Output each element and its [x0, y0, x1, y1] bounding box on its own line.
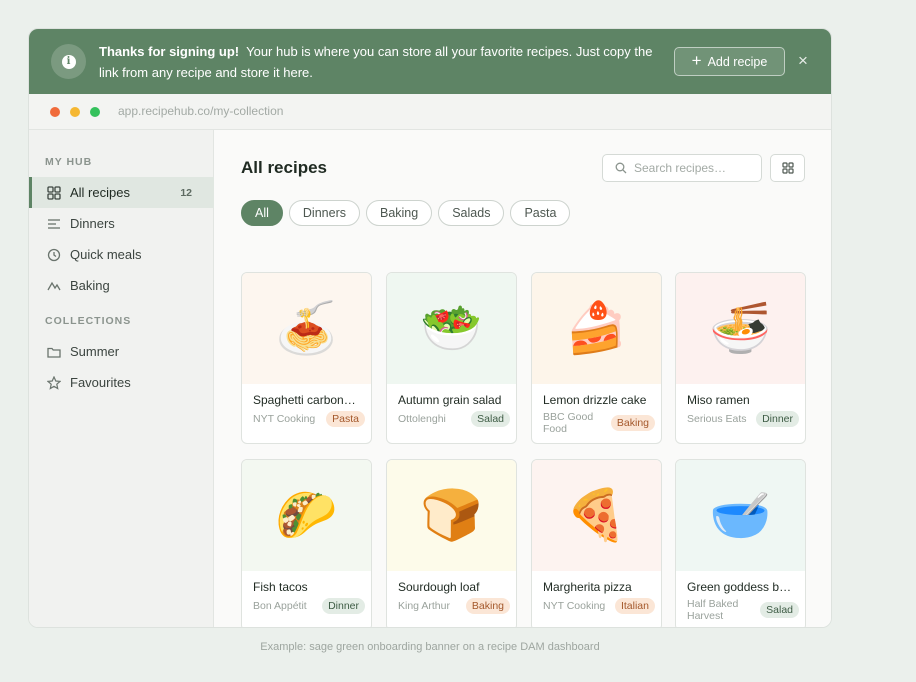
recipe-tag: Salad: [760, 602, 799, 618]
filter-chip-salads[interactable]: Salads: [438, 200, 505, 226]
recipe-card[interactable]: 🍰 Lemon drizzle cake BBC Good Food Baking: [531, 272, 662, 444]
recipe-source: BBC Good Food: [543, 411, 594, 435]
sidebar-item-dinners[interactable]: Dinners: [29, 208, 214, 239]
mountain-icon: [47, 281, 61, 290]
sidebar-item-label: All recipes: [70, 185, 130, 200]
recipe-meta: King Arthur Baking: [398, 598, 510, 614]
window-maximize-dot[interactable]: [90, 107, 100, 117]
sidebar-item-quick-meals[interactable]: Quick meals: [29, 239, 214, 270]
recipe-card[interactable]: 🍝 Spaghetti carbon… NYT Cooking Pasta: [241, 272, 372, 444]
search-input[interactable]: [634, 161, 752, 175]
recipe-source: Ottolenghi: [398, 413, 446, 425]
recipe-source: NYT Cooking: [253, 413, 316, 425]
sidebar-section-label: MY HUB: [45, 156, 93, 168]
recipe-source: Serious Eats: [687, 413, 747, 425]
recipe-tag: Italian: [614, 598, 655, 614]
main-content: All recipes All Dinners Baking Salads Pa…: [214, 130, 831, 627]
sidebar-item-label: Summer: [70, 344, 120, 359]
recipe-title: Green goddess b…: [687, 580, 792, 594]
recipe-card[interactable]: 🥗 Autumn grain salad Ottolenghi Salad: [386, 272, 517, 444]
recipe-card[interactable]: 🥣 Green goddess b… Half Baked Harvest Salad: [675, 459, 806, 627]
recipe-tag: Baking: [610, 415, 655, 431]
recipe-meta: BBC Good Food Baking: [543, 411, 655, 435]
recipe-thumbnail: 🍝: [242, 273, 371, 384]
recipe-source: Half Baked Harvest: [687, 598, 739, 622]
onboarding-banner: i Thanks for signing up! Your hub is whe…: [29, 29, 831, 94]
plus-icon: +: [691, 51, 702, 70]
folder-icon: [47, 347, 61, 358]
recipe-title: Lemon drizzle cake: [543, 393, 647, 407]
sidebar-item-summer[interactable]: Summer: [29, 336, 214, 367]
recipe-thumbnail: 🥗: [387, 273, 516, 384]
recipe-thumbnail: 🥣: [676, 460, 805, 571]
sidebar-section-label: COLLECTIONS: [45, 315, 132, 327]
sidebar: MY HUB All recipes 12 Dinners Quick meal…: [29, 130, 214, 627]
filter-chip-all[interactable]: All: [241, 200, 283, 226]
browser-bar: app.recipehub.co/my-collection: [29, 94, 831, 130]
recipe-meta: NYT Cooking Pasta: [253, 411, 365, 427]
grid-icon: [781, 162, 794, 174]
url-text: app.recipehub.co/my-collection: [118, 104, 284, 118]
recipe-meta: Serious Eats Dinner: [687, 411, 799, 427]
filter-chips: All Dinners Baking Salads Pasta: [241, 200, 571, 226]
recipe-meta: Bon Appétit Dinner: [253, 598, 365, 614]
sidebar-item-all-recipes[interactable]: All recipes 12: [29, 177, 214, 208]
recipe-tag: Dinner: [756, 411, 799, 427]
grid-icon: [47, 185, 61, 200]
banner-message: Thanks for signing up! Your hub is where…: [99, 41, 659, 83]
recipe-thumbnail: 🍞: [387, 460, 516, 571]
recipe-title: Fish tacos: [253, 580, 308, 594]
search-box[interactable]: [602, 154, 762, 182]
add-recipe-label: Add recipe: [707, 54, 768, 69]
sidebar-item-label: Quick meals: [70, 247, 142, 262]
grid-view-button[interactable]: [770, 154, 805, 182]
recipe-title: Sourdough loaf: [398, 580, 480, 594]
filter-chip-pasta[interactable]: Pasta: [510, 200, 571, 226]
sidebar-item-label: Baking: [70, 278, 110, 293]
recipe-tag: Salad: [471, 411, 510, 427]
sidebar-item-label: Favourites: [70, 375, 131, 390]
recipe-title: Margherita pizza: [543, 580, 632, 594]
window-close-dot[interactable]: [50, 107, 60, 117]
recipe-card[interactable]: 🍞 Sourdough loaf King Arthur Baking: [386, 459, 517, 627]
search-icon: [615, 162, 627, 174]
recipe-thumbnail: 🍜: [676, 273, 805, 384]
clock-icon: [47, 248, 61, 261]
recipe-thumbnail: 🍕: [532, 460, 661, 571]
sidebar-item-baking[interactable]: Baking: [29, 270, 214, 301]
sidebar-item-label: Dinners: [70, 216, 115, 231]
recipe-meta: Ottolenghi Salad: [398, 411, 510, 427]
close-icon[interactable]: ×: [795, 51, 811, 71]
recipe-tag: Dinner: [322, 598, 365, 614]
recipe-tag: Baking: [465, 598, 510, 614]
recipe-source: Bon Appétit: [253, 600, 307, 612]
window-minimize-dot[interactable]: [70, 107, 80, 117]
info-icon: i: [51, 44, 86, 79]
recipe-card[interactable]: 🍕 Margherita pizza NYT Cooking Italian: [531, 459, 662, 627]
filter-chip-dinners[interactable]: Dinners: [288, 200, 360, 226]
recipe-thumbnail: 🌮: [242, 460, 371, 571]
list-icon: [48, 218, 60, 229]
recipe-meta: NYT Cooking Italian: [543, 598, 655, 614]
count-badge: 12: [180, 186, 192, 199]
filter-chip-baking[interactable]: Baking: [365, 200, 433, 226]
banner-strong: Thanks for signing up!: [99, 44, 240, 59]
add-recipe-button[interactable]: + Add recipe: [674, 47, 785, 76]
recipe-title: Autumn grain salad: [398, 393, 502, 407]
recipe-source: King Arthur: [398, 600, 450, 612]
star-icon: [47, 375, 61, 390]
recipe-source: NYT Cooking: [543, 600, 606, 612]
recipe-tag: Pasta: [326, 411, 365, 427]
recipe-title: Miso ramen: [687, 393, 750, 407]
app-window: i Thanks for signing up! Your hub is whe…: [28, 28, 832, 628]
recipe-meta: Half Baked Harvest Salad: [687, 598, 799, 622]
recipe-card[interactable]: 🍜 Miso ramen Serious Eats Dinner: [675, 272, 806, 444]
recipe-title: Spaghetti carbon…: [253, 393, 356, 407]
sidebar-item-favourites[interactable]: Favourites: [29, 367, 214, 398]
recipe-thumbnail: 🍰: [532, 273, 661, 384]
page-title: All recipes: [241, 158, 327, 177]
recipe-card[interactable]: 🌮 Fish tacos Bon Appétit Dinner: [241, 459, 372, 627]
caption: Example: sage green onboarding banner on…: [260, 641, 600, 653]
